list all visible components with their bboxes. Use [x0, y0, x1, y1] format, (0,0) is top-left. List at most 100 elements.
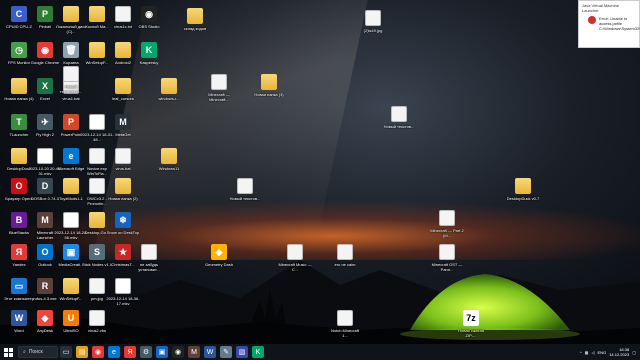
folder-icon: [89, 6, 105, 22]
desktop-icon-label: virus.bat: [115, 166, 131, 171]
desktop-icon-label: leaf_cursors: [112, 96, 134, 101]
desktop-icon-label: Новая папка (3): [254, 92, 284, 97]
network-icon[interactable]: ▦: [585, 350, 589, 355]
christmas-icon: ★: [115, 244, 131, 260]
kaspersky-taskbar-button[interactable]: K: [252, 346, 264, 358]
desktop-icon-label: Minecraft OST — Pann...: [431, 262, 463, 272]
bluestacks-icon: B: [11, 212, 27, 228]
video-file-icon: [63, 212, 79, 228]
document-icon: [89, 278, 105, 294]
desktop-icon-label: Notch Minecraft 1...: [330, 328, 359, 338]
desktop-icon-windows11[interactable]: Windows11: [154, 146, 184, 190]
desktop-icon-label: Minecraft — Part 2 (M...: [430, 228, 464, 238]
folder-icon: [161, 148, 177, 164]
desktop-icon-mc-music[interactable]: Minecraft Music — C...: [278, 242, 312, 286]
document-icon: [337, 244, 353, 260]
this-pc-icon: ▭: [11, 278, 27, 294]
desktop-icon-label: Новый текстовый...: [59, 84, 83, 94]
obs-icon: ◉: [141, 6, 157, 22]
folder-icon: [63, 278, 79, 294]
java-error-dialog[interactable]: Java Virtual Machine Launcher Error: Una…: [578, 0, 640, 48]
tlauncher-icon: T: [11, 114, 27, 130]
store-taskbar-button[interactable]: ▣: [156, 346, 168, 358]
mc-launcher-icon: M: [37, 212, 53, 228]
desktop-icon-ero-calm[interactable]: ero ne calm: [330, 242, 360, 286]
notepad-taskbar-button[interactable]: ✎: [220, 346, 232, 358]
desktop-icon-label: ero ne calm: [334, 262, 356, 267]
glowing-tent: [400, 274, 580, 340]
taskbar-search[interactable]: ⌕ Поиск: [18, 346, 58, 358]
language-indicator[interactable]: ENG: [598, 350, 607, 355]
desktop-icon-ne-zabud[interactable]: не забудь установит...: [134, 242, 164, 286]
desktop-icon-windows-folder[interactable]: windows-r...: [154, 76, 184, 120]
clock[interactable]: 18:38 14.12.2023: [609, 347, 629, 357]
chrome-taskbar-button[interactable]: ◉: [92, 346, 104, 358]
desktop-icon-label: Snow on DeskTop: [106, 230, 140, 235]
dosbox-icon: D: [37, 178, 53, 194]
desktop-icon-label: склад кодов: [183, 26, 207, 31]
desktop-icon-desktop-duck-2[interactable]: DesktopDuck v0.7: [507, 176, 539, 220]
document-icon: [141, 244, 157, 260]
desktop-icon-label: 2023-12-14 18-36-17.mkv: [106, 296, 140, 306]
tray-arrow-icon[interactable]: ^: [580, 350, 582, 355]
desktop-icon-geometry[interactable]: ◆ Geometry Dash: [204, 242, 234, 286]
metaget-icon: M: [115, 114, 131, 130]
taskbar: ⌕ Поиск ▭ ▤ ◉ e Я ⚙ ▣ ◉ M W ✎ ▧ K ^ ▦ ◁ …: [0, 344, 640, 360]
new-archive-icon: 7z: [463, 310, 479, 326]
word-taskbar-button[interactable]: W: [204, 346, 216, 358]
desktop-icon-new-folder-3[interactable]: Новая папка (3): [254, 72, 284, 116]
document-icon: [439, 210, 455, 226]
edge-icon: e: [63, 148, 79, 164]
start-button[interactable]: [2, 346, 14, 358]
desktop-icon-image-top[interactable]: (2)ls49.jpg: [358, 8, 388, 52]
desktop-icon-label: не забудь установит...: [138, 262, 160, 272]
file-explorer-button[interactable]: ▤: [76, 346, 88, 358]
document-icon: [391, 106, 407, 122]
folder-icon: [115, 42, 131, 58]
folder-icon: [115, 78, 131, 94]
desktop-icon-label: (2)ls49.jpg: [363, 28, 383, 33]
clock-date: 14.12.2023: [609, 352, 630, 357]
desktop-icon-label: Geometry Dash: [204, 262, 233, 267]
yandex-icon: Я: [11, 244, 27, 260]
document-icon: [365, 10, 381, 26]
folder-icon: [187, 8, 203, 24]
desktop-icon-label: Новая папка (2): [108, 196, 138, 201]
opera-icon: O: [11, 178, 27, 194]
document-icon: [89, 148, 105, 164]
settings-taskbar-button[interactable]: ⚙: [140, 346, 152, 358]
desktop-icon-label: windows-r...: [158, 96, 180, 101]
document-icon: [115, 6, 131, 22]
video-file-icon: [89, 114, 105, 130]
desktop-icon-new-text-3[interactable]: Новый текстов...: [230, 176, 260, 220]
edge-taskbar-button[interactable]: e: [108, 346, 120, 358]
photos-taskbar-button[interactable]: ▧: [236, 346, 248, 358]
minecraft-taskbar-button[interactable]: M: [188, 346, 200, 358]
rufus-icon: R: [37, 278, 53, 294]
desktop-icon-label: MetaGet: [115, 132, 131, 137]
dialog-title: Java Virtual Machine Launcher: [582, 3, 620, 13]
desktop-icon-screen-4[interactable]: 2023-12-14 18-36-17.mkv: [106, 276, 140, 320]
document-icon: [89, 178, 105, 194]
document-icon: [211, 74, 227, 90]
desktop-icon-new-text[interactable]: Новый текстовый...: [56, 64, 86, 108]
volume-icon[interactable]: ◁: [591, 350, 594, 355]
task-view-button[interactable]: ▭: [60, 346, 72, 358]
pinball-icon: P: [37, 6, 53, 22]
folder-icon: [89, 212, 105, 228]
desktop-icon-mc-ost[interactable]: Minecraft OST — Pann...: [432, 242, 462, 286]
cpuid-icon: C: [11, 6, 27, 22]
stick-nodes-icon: S: [89, 244, 105, 260]
folder-icon: [115, 178, 131, 194]
obs-taskbar-button[interactable]: ◉: [172, 346, 184, 358]
desktop-icon-mc-1[interactable]: Minecraft — Minecraft...: [204, 72, 234, 116]
geometry-icon: ◆: [211, 244, 227, 260]
kaspersky-icon: K: [141, 42, 157, 58]
yandex-taskbar-button[interactable]: Я: [124, 346, 136, 358]
desktop-icon-new-text-2[interactable]: Новый текстов...: [384, 104, 414, 148]
fps-monitor-icon: ◷: [11, 42, 27, 58]
document-icon: [337, 310, 353, 326]
dialog-message: Error: Unable to access jarfile C:\Windo…: [599, 16, 640, 31]
notification-icon[interactable]: ▢: [632, 350, 636, 355]
desktop-icon-folder-codes[interactable]: склад кодов: [180, 6, 210, 50]
